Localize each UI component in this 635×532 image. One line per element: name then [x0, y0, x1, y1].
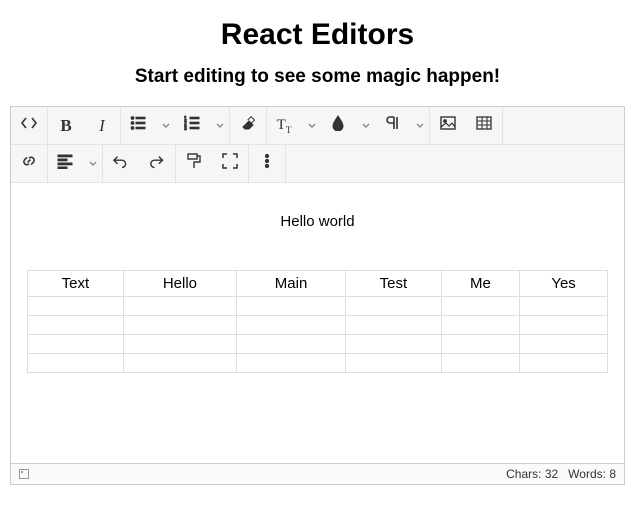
chevron-down-icon — [362, 117, 370, 135]
chevron-down-icon — [162, 117, 170, 135]
link-icon — [21, 153, 37, 174]
table-header-cell[interactable]: Hello — [123, 271, 236, 297]
insert-link-button[interactable] — [11, 145, 47, 182]
char-count: Chars: 32 — [506, 467, 558, 481]
align-icon — [57, 153, 73, 174]
more-button[interactable] — [249, 145, 285, 182]
ordered-list-button[interactable] — [175, 107, 211, 144]
eraser-button[interactable] — [230, 107, 266, 144]
table-cell[interactable] — [520, 354, 608, 373]
paragraph-style-dropdown[interactable] — [411, 107, 429, 144]
table-cell[interactable] — [441, 335, 519, 354]
table-cell[interactable] — [28, 335, 124, 354]
table-cell[interactable] — [237, 354, 346, 373]
resize-handle-icon[interactable] — [19, 469, 29, 479]
ordered-list-dropdown[interactable] — [211, 107, 229, 144]
table-cell[interactable] — [346, 354, 442, 373]
table-cell[interactable] — [346, 335, 442, 354]
unordered-list-dropdown[interactable] — [157, 107, 175, 144]
table-cell[interactable] — [441, 297, 519, 316]
align-dropdown[interactable] — [84, 145, 102, 182]
table-cell[interactable] — [346, 297, 442, 316]
table-cell[interactable] — [28, 297, 124, 316]
more-icon — [259, 153, 275, 174]
table-cell[interactable] — [123, 297, 236, 316]
redo-icon — [149, 153, 165, 174]
table-header-cell[interactable]: Main — [237, 271, 346, 297]
text-color-dropdown[interactable] — [357, 107, 375, 144]
table-cell[interactable] — [123, 316, 236, 335]
table-cell[interactable] — [520, 316, 608, 335]
image-icon — [440, 115, 456, 136]
chevron-down-icon — [308, 117, 316, 135]
text-color-button[interactable] — [321, 107, 357, 144]
bold-button[interactable]: B — [48, 107, 84, 144]
insert-image-button[interactable] — [430, 107, 466, 144]
table-header-cell[interactable]: Text — [28, 271, 124, 297]
tt-icon: TT — [277, 116, 292, 135]
editor-content-area[interactable]: Hello world TextHelloMainTestMeYes — [11, 183, 624, 463]
code-icon — [21, 115, 37, 136]
unordered-list-button[interactable] — [121, 107, 157, 144]
word-count: Words: 8 — [568, 467, 616, 481]
editor-toolbar: B I TT — [11, 107, 624, 183]
format-painter-button[interactable] — [176, 145, 212, 182]
paragraph-format-button[interactable]: TT — [267, 107, 303, 144]
page-subtitle: Start editing to see some magic happen! — [10, 66, 625, 88]
align-button[interactable] — [48, 145, 84, 182]
eraser-icon — [240, 115, 256, 136]
rich-text-editor: BITT Hello world TextHelloMainTestMeYes … — [10, 106, 625, 485]
drop-icon — [330, 115, 346, 136]
fullscreen-button[interactable] — [212, 145, 248, 182]
undo-icon — [113, 153, 129, 174]
table-cell[interactable] — [237, 316, 346, 335]
redo-button[interactable] — [139, 145, 175, 182]
table-icon — [476, 115, 492, 136]
content-paragraph[interactable]: Hello world — [19, 213, 616, 230]
table-header-cell[interactable]: Me — [441, 271, 519, 297]
table-cell[interactable] — [346, 316, 442, 335]
chevron-down-icon — [89, 155, 97, 173]
italic-button[interactable]: I — [84, 107, 120, 144]
table-cell[interactable] — [520, 297, 608, 316]
table-cell[interactable] — [441, 316, 519, 335]
fullscreen-icon — [222, 153, 238, 174]
table-cell[interactable] — [123, 335, 236, 354]
paint-icon — [186, 153, 202, 174]
table-cell[interactable] — [28, 316, 124, 335]
page-title: React Editors — [10, 18, 625, 52]
undo-button[interactable] — [103, 145, 139, 182]
ol-icon — [184, 115, 200, 136]
pilcrow-icon — [384, 115, 400, 136]
insert-table-button[interactable] — [466, 107, 502, 144]
italic-icon: I — [99, 116, 105, 136]
content-table[interactable]: TextHelloMainTestMeYes — [27, 270, 608, 373]
table-header-cell[interactable]: Test — [346, 271, 442, 297]
table-cell[interactable] — [237, 335, 346, 354]
bold-icon: B — [60, 116, 71, 136]
table-cell[interactable] — [520, 335, 608, 354]
editor-statusbar: Chars: 32 Words: 8 — [11, 463, 624, 484]
paragraph-style-button[interactable] — [375, 107, 411, 144]
code-view-button[interactable] — [11, 107, 47, 144]
table-cell[interactable] — [441, 354, 519, 373]
chevron-down-icon — [416, 117, 424, 135]
paragraph-format-dropdown[interactable] — [303, 107, 321, 144]
ul-icon — [130, 115, 146, 136]
table-cell[interactable] — [237, 297, 346, 316]
table-header-cell[interactable]: Yes — [520, 271, 608, 297]
chevron-down-icon — [216, 117, 224, 135]
table-cell[interactable] — [123, 354, 236, 373]
table-cell[interactable] — [28, 354, 124, 373]
